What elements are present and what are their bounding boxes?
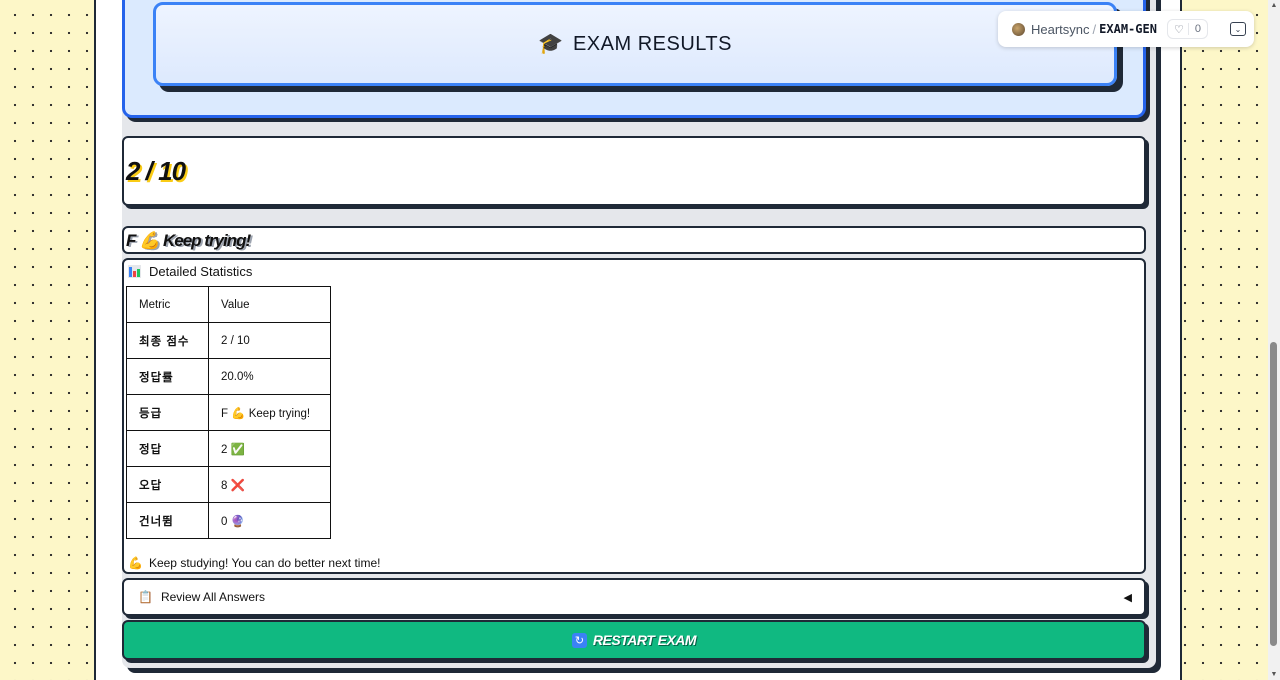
- main-container: 🎓 EXAM RESULTS 2 / 10 F 💪 Keep trying! D…: [94, 0, 1182, 680]
- space-badge: Heartsync / EXAM-GEN ♡ 0 ⌄: [998, 11, 1254, 47]
- results-header: 🎓 EXAM RESULTS: [122, 0, 1146, 118]
- grade-text: F 💪 Keep trying!: [126, 231, 251, 250]
- table-row: 등급 F 💪 Keep trying!: [126, 394, 331, 431]
- page-scrollbar[interactable]: ▲ ▼: [1268, 0, 1280, 680]
- table-row: 정답률 20.0%: [126, 358, 331, 395]
- refresh-icon: ↻: [571, 632, 587, 648]
- scrollbar-thumb[interactable]: [1270, 342, 1277, 646]
- score-text: 2 / 10: [126, 156, 186, 186]
- metric-cell: 최종 점수: [126, 322, 209, 359]
- caret-left-icon[interactable]: ◀: [1124, 591, 1132, 604]
- review-answers-label: Review All Answers: [160, 590, 265, 604]
- bar-chart-icon: [128, 265, 141, 278]
- metric-cell: 건너뜀: [126, 502, 209, 539]
- table-row: 최종 점수 2 / 10: [126, 322, 331, 359]
- path-separator: /: [1092, 21, 1097, 37]
- clipboard-icon: 📋: [138, 590, 153, 604]
- encouragement-message: 💪 Keep studying! You can do better next …: [128, 556, 380, 570]
- column-header-metric: Metric: [126, 286, 209, 323]
- review-answers-header[interactable]: 📋 Review All Answers: [138, 590, 265, 604]
- table-row: 오답 8 ❌: [126, 466, 331, 503]
- statistics-title: Detailed Statistics: [149, 264, 253, 279]
- repo-link[interactable]: EXAM-GEN: [1099, 22, 1157, 36]
- statistics-heading: Detailed Statistics: [128, 264, 252, 279]
- metric-cell: 정답: [126, 430, 209, 467]
- restart-exam-label: RESTART EXAM: [592, 632, 697, 648]
- metric-cell: 등급: [126, 394, 209, 431]
- collapse-icon[interactable]: ⌄: [1230, 22, 1246, 36]
- detailed-statistics-panel: Detailed Statistics Metric Value 최종 점수 2…: [122, 258, 1146, 574]
- value-cell: 2 ✅: [208, 430, 331, 467]
- metric-cell: 정답률: [126, 358, 209, 395]
- exam-app: 🎓 EXAM RESULTS 2 / 10 F 💪 Keep trying! D…: [122, 0, 1156, 668]
- heart-icon: ♡: [1173, 23, 1184, 36]
- value-cell: 8 ❌: [208, 466, 331, 503]
- owner-avatar[interactable]: [1012, 22, 1025, 36]
- review-answers-accordion[interactable]: 📋 Review All Answers ◀: [122, 578, 1146, 616]
- table-row: 건너뜀 0 🔮: [126, 502, 331, 539]
- value-cell: F 💪 Keep trying!: [208, 394, 331, 431]
- page-title: EXAM RESULTS: [572, 32, 732, 55]
- metric-cell: 오답: [126, 466, 209, 503]
- scroll-down-icon[interactable]: ▼: [1270, 671, 1278, 678]
- value-cell: 2 / 10: [208, 322, 331, 359]
- score-panel: 2 / 10: [122, 136, 1146, 206]
- like-button[interactable]: ♡ 0: [1166, 19, 1208, 39]
- scroll-up-icon[interactable]: ▲: [1270, 2, 1278, 9]
- flexed-biceps-icon: 💪: [128, 556, 143, 570]
- column-header-value: Value: [208, 286, 331, 323]
- statistics-table: Metric Value 최종 점수 2 / 10 정답률 20.0% 등급 F…: [126, 286, 331, 539]
- owner-link[interactable]: Heartsync: [1031, 22, 1090, 37]
- table-row: 정답 2 ✅: [126, 430, 331, 467]
- results-title-card: 🎓 EXAM RESULTS: [153, 2, 1117, 86]
- like-count: 0: [1187, 23, 1207, 35]
- grade-panel: F 💪 Keep trying!: [122, 226, 1146, 254]
- restart-exam-button[interactable]: ↻ RESTART EXAM: [122, 620, 1146, 660]
- value-cell: 0 🔮: [208, 502, 331, 539]
- value-cell: 20.0%: [208, 358, 331, 395]
- graduation-cap-icon: 🎓: [538, 33, 563, 55]
- table-header-row: Metric Value: [126, 286, 331, 323]
- encouragement-text: Keep studying! You can do better next ti…: [148, 556, 381, 570]
